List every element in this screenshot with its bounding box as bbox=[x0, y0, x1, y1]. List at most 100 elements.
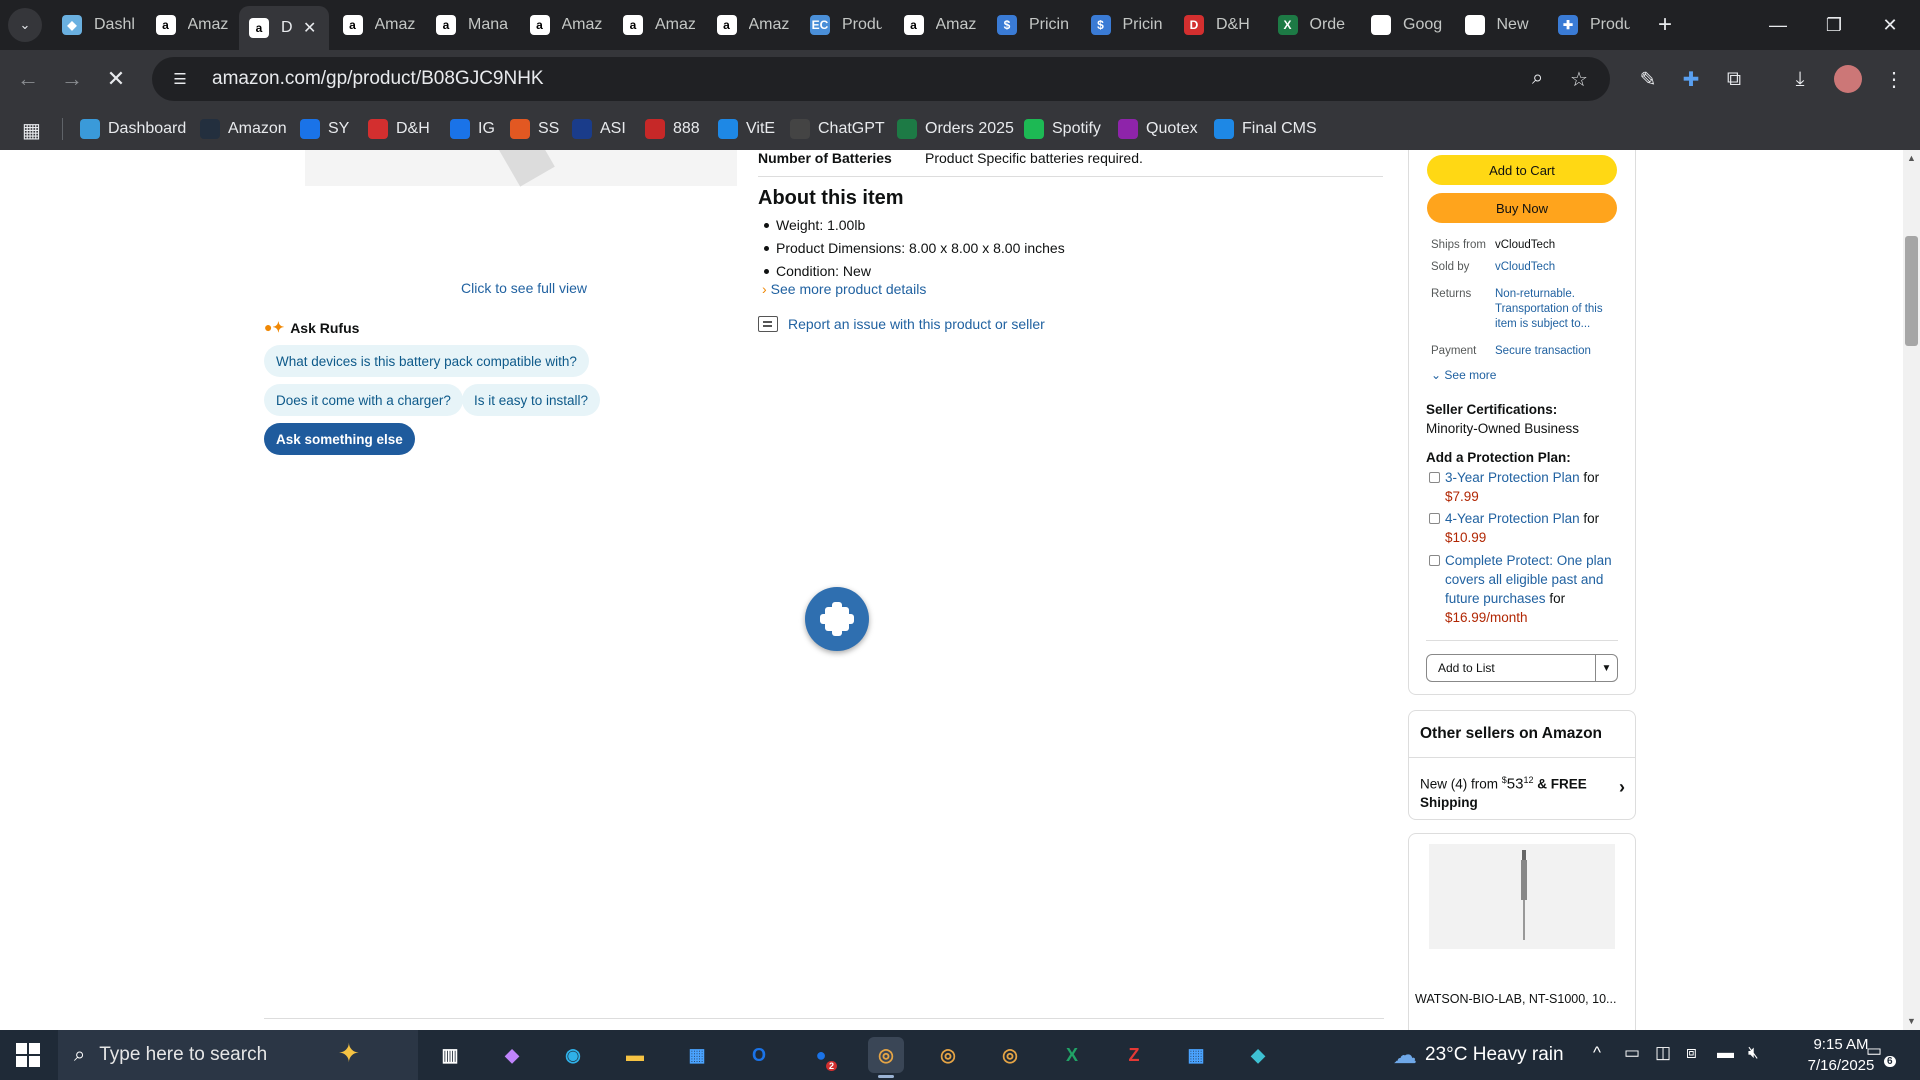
tab-1[interactable]: a Amaz bbox=[146, 6, 234, 44]
tab-0[interactable]: ◆ Dashl bbox=[52, 6, 140, 44]
ask-something-else-button[interactable]: Ask something else bbox=[264, 423, 415, 455]
outlook-icon[interactable]: O bbox=[741, 1037, 777, 1073]
see-more-link[interactable]: ⌄ See more bbox=[1431, 368, 1496, 382]
stop-button[interactable]: ✕ bbox=[100, 63, 132, 95]
scroll-down-arrow-icon[interactable]: ▼ bbox=[1905, 1016, 1918, 1026]
zoom-app-icon[interactable]: ● 2 bbox=[803, 1037, 839, 1073]
filezilla-icon[interactable]: Z bbox=[1116, 1037, 1152, 1073]
close-window-button[interactable]: ✕ bbox=[1862, 0, 1918, 50]
recommended-product-name[interactable]: WATSON-BIO-LAB, NT-S1000, 10... bbox=[1415, 992, 1616, 1006]
plan-checkbox[interactable] bbox=[1429, 555, 1440, 566]
tab-16[interactable]: ✚ Produ bbox=[1548, 6, 1636, 44]
chrome-icon[interactable]: ◎ bbox=[868, 1037, 904, 1078]
tab-11[interactable]: $ Pricin bbox=[1081, 6, 1169, 44]
bookmark-item[interactable]: VitE bbox=[718, 114, 775, 144]
other-sellers-box[interactable]: Other sellers on Amazon New (4) from $53… bbox=[1408, 710, 1636, 820]
task-view-icon[interactable]: ▥ bbox=[432, 1037, 468, 1073]
scroll-up-arrow-icon[interactable]: ▲ bbox=[1905, 153, 1918, 163]
forward-button[interactable]: → bbox=[56, 63, 88, 95]
back-button[interactable]: ← bbox=[12, 63, 44, 95]
tab-2[interactable]: a D ✕ bbox=[239, 6, 329, 50]
copilot-icon[interactable]: ◆ bbox=[494, 1037, 530, 1073]
menu-kebab-icon[interactable]: ⋮ bbox=[1880, 65, 1908, 93]
tab-4[interactable]: a Mana bbox=[426, 6, 514, 44]
bookmark-star-icon[interactable]: ☆ bbox=[1570, 67, 1588, 92]
rufus-question-chip[interactable]: What devices is this battery pack compat… bbox=[264, 345, 589, 377]
extension-icon[interactable]: ✚ bbox=[1677, 65, 1705, 93]
site-info-icon[interactable]: ☰ bbox=[168, 70, 192, 88]
plan-checkbox[interactable] bbox=[1429, 513, 1440, 524]
zoom-icon[interactable]: ⌕ bbox=[1532, 67, 1543, 90]
download-icon[interactable]: ⤓ bbox=[1786, 65, 1814, 93]
apps-grid-icon[interactable]: ▦ bbox=[22, 118, 41, 143]
tray-display-icon[interactable]: ▭ bbox=[1624, 1043, 1640, 1063]
tab-13[interactable]: X Orde bbox=[1268, 6, 1356, 44]
see-more-details-link[interactable]: › See more product details bbox=[762, 281, 926, 297]
payment-link[interactable]: Secure transaction bbox=[1495, 344, 1615, 359]
bookmark-item[interactable]: ASI bbox=[572, 114, 626, 144]
report-issue-link[interactable]: Report an issue with this product or sel… bbox=[758, 316, 1045, 332]
restore-button[interactable]: ❐ bbox=[1806, 0, 1862, 50]
sold-by-link[interactable]: vCloudTech bbox=[1495, 260, 1615, 275]
floating-extension-button[interactable] bbox=[805, 587, 869, 651]
speaker-muted-icon[interactable]: 🔇︎ bbox=[1748, 1043, 1759, 1063]
tab-14[interactable]: G Goog bbox=[1361, 6, 1449, 44]
recommended-product-card[interactable]: WATSON-BIO-LAB, NT-S1000, 10... bbox=[1408, 833, 1636, 1030]
url-text[interactable]: amazon.com/gp/product/B08GJC9NHK bbox=[212, 68, 544, 90]
chevron-down-icon[interactable]: ▼ bbox=[1595, 655, 1617, 681]
close-tab-icon[interactable]: ✕ bbox=[303, 18, 316, 38]
bookmark-item[interactable]: D&H bbox=[368, 114, 430, 144]
bookmark-item[interactable]: Amazon bbox=[200, 114, 287, 144]
bookmark-item[interactable]: Final CMS bbox=[1214, 114, 1317, 144]
tray-camera-icon[interactable]: ◫ bbox=[1655, 1043, 1671, 1063]
bookmark-item[interactable]: SS bbox=[510, 114, 559, 144]
chrome-profile-icon[interactable]: ◎ bbox=[992, 1037, 1028, 1073]
buy-now-button[interactable]: Buy Now bbox=[1427, 193, 1617, 223]
extensions-puzzle-icon[interactable]: ⧉ bbox=[1720, 65, 1748, 93]
edge-icon[interactable]: ◉ bbox=[555, 1037, 591, 1073]
bookmark-item[interactable]: ChatGPT bbox=[790, 114, 885, 144]
taskbar-search[interactable]: ⌕ Type here to search bbox=[58, 1030, 418, 1080]
extension-icon[interactable]: ✎ bbox=[1634, 65, 1662, 93]
notification-icon[interactable]: ▭ bbox=[1866, 1041, 1882, 1061]
bookmark-item[interactable]: 888 bbox=[645, 114, 700, 144]
start-button[interactable] bbox=[16, 1043, 40, 1067]
minimize-button[interactable]: — bbox=[1750, 0, 1806, 50]
rufus-question-chip[interactable]: Is it easy to install? bbox=[462, 384, 601, 416]
bookmark-item[interactable]: Orders 2025 bbox=[897, 114, 1014, 144]
new-tab-button[interactable]: + bbox=[1650, 10, 1680, 40]
weather-widget[interactable]: ☁ 23°C Heavy rain bbox=[1393, 1030, 1564, 1080]
bookmark-item[interactable]: Spotify bbox=[1024, 114, 1101, 144]
excel-icon[interactable]: X bbox=[1054, 1037, 1090, 1073]
file-explorer-icon[interactable]: ▬ bbox=[617, 1037, 653, 1073]
plan-checkbox[interactable] bbox=[1429, 472, 1440, 483]
app-diamond-icon[interactable]: ◆ bbox=[1240, 1037, 1276, 1073]
rufus-question-chip[interactable]: Does it come with a charger? bbox=[264, 384, 463, 416]
chevron-up-icon[interactable]: ^ bbox=[1593, 1043, 1601, 1063]
tab-9[interactable]: a Amaz bbox=[894, 6, 982, 44]
tab-3[interactable]: a Amaz bbox=[333, 6, 421, 44]
returns-link[interactable]: Non-returnable. Transportation of this i… bbox=[1495, 287, 1615, 332]
search-placeholder[interactable]: Type here to search bbox=[99, 1044, 267, 1066]
add-to-cart-button[interactable]: Add to Cart bbox=[1427, 155, 1617, 185]
bookmark-item[interactable]: IG bbox=[450, 114, 495, 144]
bookmark-item[interactable]: Quotex bbox=[1118, 114, 1198, 144]
tab-7[interactable]: a Amaz bbox=[707, 6, 795, 44]
tab-6[interactable]: a Amaz bbox=[613, 6, 701, 44]
store-icon[interactable]: ▦ bbox=[679, 1037, 715, 1073]
battery-icon[interactable]: ▬ bbox=[1717, 1043, 1734, 1063]
address-bar[interactable]: ☰ amazon.com/gp/product/B08GJC9NHK ⌕ ☆ bbox=[152, 57, 1610, 101]
add-to-list-button[interactable]: Add to List ▼ bbox=[1426, 654, 1618, 682]
tab-5[interactable]: a Amaz bbox=[520, 6, 608, 44]
scrollbar-thumb[interactable] bbox=[1905, 236, 1918, 346]
bookmark-item[interactable]: Dashboard bbox=[80, 114, 186, 144]
product-image[interactable] bbox=[305, 150, 737, 187]
chrome-profile-icon[interactable]: ◎ bbox=[930, 1037, 966, 1073]
calculator-icon[interactable]: ▦ bbox=[1178, 1037, 1214, 1073]
profile-avatar[interactable] bbox=[1834, 65, 1862, 93]
tab-12[interactable]: D D&H bbox=[1174, 6, 1262, 44]
bookmark-item[interactable]: SY bbox=[300, 114, 349, 144]
tab-10[interactable]: $ Pricin bbox=[987, 6, 1075, 44]
tray-screen-icon[interactable]: ⧈ bbox=[1686, 1043, 1697, 1063]
recommended-product-image[interactable] bbox=[1429, 844, 1615, 949]
